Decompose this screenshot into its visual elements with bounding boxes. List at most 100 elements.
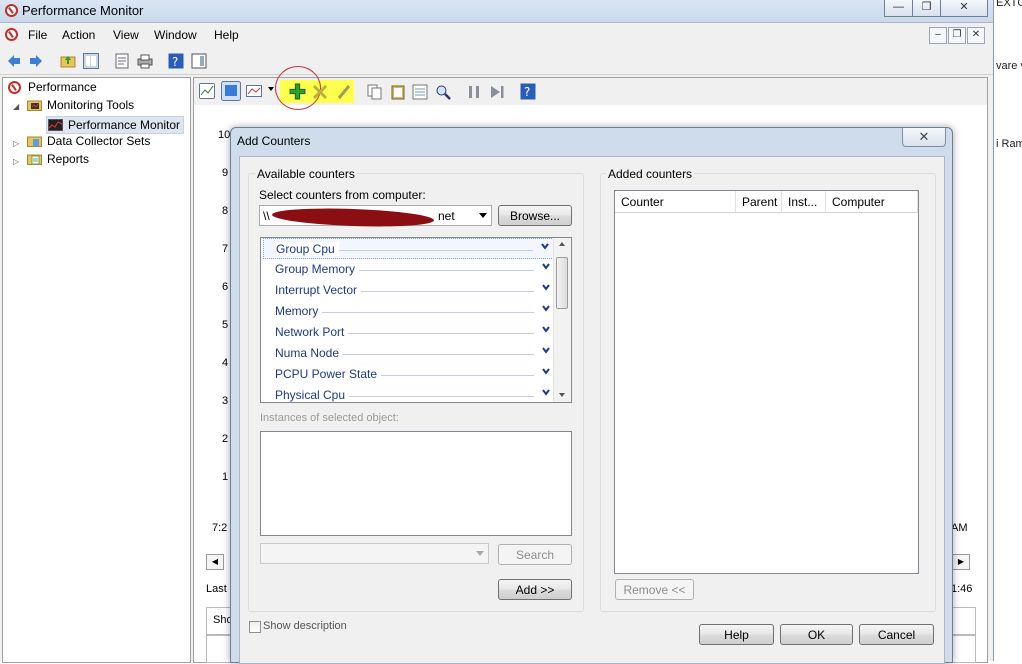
expand-chevron-icon[interactable] — [542, 388, 550, 396]
zoom-icon[interactable] — [435, 84, 451, 100]
counter-item-memory[interactable]: Memory — [263, 301, 554, 322]
scroll-left-button[interactable]: ◀ — [206, 554, 224, 570]
instances-list[interactable] — [260, 431, 572, 536]
collapsed-arrow-icon[interactable]: ▷ — [13, 157, 19, 166]
scrollbar-thumb[interactable] — [556, 257, 568, 309]
collapsed-arrow-icon[interactable]: ▷ — [13, 139, 19, 148]
added-counters-table[interactable]: Counter Parent Inst... Computer — [614, 190, 919, 574]
menu-bar: File Action View Window Help — [0, 23, 993, 47]
scroll-down-arrow-icon[interactable] — [559, 393, 565, 397]
properties-sheet-icon[interactable] — [412, 84, 428, 100]
copy-properties-icon[interactable] — [367, 84, 383, 100]
counter-item-physical-cpu[interactable]: Physical Cpu — [263, 385, 554, 402]
tree-item-data-collector-sets[interactable]: Data Collector Sets — [27, 134, 150, 148]
counter-list[interactable]: Group Cpu Group Memory Interrupt Vector … — [260, 237, 572, 403]
remove-button[interactable]: Remove << — [615, 579, 694, 600]
tree-item-reports[interactable]: Reports — [27, 152, 89, 166]
minimize-button[interactable]: — — [884, 0, 913, 17]
expand-chevron-icon[interactable] — [542, 304, 550, 312]
print-icon[interactable] — [137, 53, 153, 69]
time-start-label: 7:2 — [212, 522, 228, 534]
show-description-checkbox[interactable] — [249, 621, 261, 633]
monitoring-tools-folder-icon — [27, 100, 42, 111]
y-axis-label: 6 — [222, 281, 229, 293]
column-header-computer[interactable]: Computer — [826, 191, 918, 213]
ok-button[interactable]: OK — [780, 624, 853, 645]
dialog-close-button[interactable]: ✕ — [902, 128, 946, 147]
expanded-arrow-icon[interactable]: ◢ — [13, 102, 19, 111]
menu-view[interactable]: View — [113, 28, 139, 42]
counter-item-interrupt-vector[interactable]: Interrupt Vector — [263, 280, 554, 301]
paste-counter-list-icon[interactable] — [390, 84, 406, 100]
performance-monitor-chart-icon — [48, 119, 63, 131]
browse-button[interactable]: Browse... — [498, 205, 572, 226]
scroll-right-button[interactable]: ▶ — [952, 554, 970, 570]
graph-help-icon[interactable]: ? — [520, 83, 536, 100]
menu-action[interactable]: Action — [62, 28, 95, 42]
time-end-label: AM — [951, 522, 968, 534]
tree-item-monitoring-tools[interactable]: Monitoring Tools — [27, 98, 134, 112]
help-button[interactable]: Help — [699, 624, 774, 645]
counter-item-pcpu-power-state[interactable]: PCPU Power State — [263, 364, 554, 385]
tree-item-label: Reports — [47, 152, 90, 166]
column-header-parent[interactable]: Parent — [736, 191, 782, 213]
maximize-button[interactable]: ❐ — [912, 0, 941, 17]
computer-select[interactable]: \\ net — [259, 205, 492, 229]
graph-type-dropdown-arrow-icon[interactable] — [268, 87, 274, 91]
counter-item-group-cpu[interactable]: Group Cpu — [263, 238, 554, 259]
y-axis-label: 8 — [222, 205, 229, 217]
highlight-pen-icon[interactable] — [336, 84, 352, 100]
menu-file[interactable]: File — [28, 28, 47, 42]
expand-chevron-icon[interactable] — [541, 242, 549, 250]
close-window-button[interactable]: ✕ — [940, 0, 988, 17]
update-data-icon[interactable] — [489, 84, 505, 100]
counter-item-group-memory[interactable]: Group Memory — [263, 259, 554, 280]
delete-counter-icon[interactable] — [312, 84, 328, 100]
expand-chevron-icon[interactable] — [542, 325, 550, 333]
add-counter-icon[interactable] — [289, 83, 306, 100]
cancel-button[interactable]: Cancel — [859, 624, 934, 645]
y-axis-label: 4 — [222, 357, 229, 369]
counter-name: Memory — [275, 304, 323, 318]
expand-chevron-icon[interactable] — [542, 283, 550, 291]
add-button[interactable]: Add >> — [498, 579, 572, 600]
show-hide-tree-icon[interactable] — [83, 53, 99, 69]
scroll-up-arrow-icon[interactable] — [559, 242, 565, 246]
help-icon[interactable]: ? — [168, 53, 184, 69]
select-computer-label: Select counters from computer: — [259, 188, 426, 202]
counter-item-numa-node[interactable]: Numa Node — [263, 343, 554, 364]
search-button[interactable]: Search — [498, 544, 572, 565]
counter-name: PCPU Power State — [275, 367, 382, 381]
column-header-counter[interactable]: Counter — [615, 191, 736, 213]
instance-search-input[interactable] — [260, 543, 489, 564]
background-text: vare v — [996, 60, 1022, 72]
mdi-close-button[interactable]: ✕ — [967, 27, 985, 44]
view-log-data-icon[interactable] — [221, 81, 241, 101]
view-current-activity-icon[interactable] — [199, 83, 215, 99]
freeze-display-icon[interactable] — [466, 84, 482, 100]
mdi-minimize-button[interactable]: – — [929, 27, 947, 44]
counter-item-network-port[interactable]: Network Port — [263, 322, 554, 343]
counter-list-scrollbar[interactable] — [553, 238, 571, 402]
menu-help[interactable]: Help — [214, 28, 239, 42]
up-folder-icon[interactable] — [60, 53, 76, 69]
add-counters-dialog: Add Counters ✕ Available counters Select… — [230, 127, 953, 664]
tree-item-performance-monitor[interactable]: Performance Monitor — [46, 116, 184, 134]
mdi-restore-button[interactable]: ❐ — [948, 27, 966, 44]
column-header-instance[interactable]: Inst... — [782, 191, 826, 213]
y-axis-label: 3 — [222, 395, 229, 407]
y-axis-label: 10 — [218, 129, 231, 141]
action-pane-icon[interactable] — [191, 53, 207, 69]
back-arrow-icon[interactable] — [6, 53, 22, 69]
expand-chevron-icon[interactable] — [542, 346, 550, 354]
tree-item-label: Performance — [28, 80, 97, 94]
expand-chevron-icon[interactable] — [542, 262, 550, 270]
properties-icon[interactable] — [114, 53, 130, 69]
forward-arrow-icon[interactable] — [28, 53, 44, 69]
chevron-down-icon — [479, 213, 487, 218]
svg-text:?: ? — [524, 85, 530, 99]
expand-chevron-icon[interactable] — [542, 367, 550, 375]
menu-window[interactable]: Window — [154, 28, 197, 42]
change-graph-type-icon[interactable] — [246, 83, 262, 99]
tree-item-performance[interactable]: Performance — [8, 80, 97, 94]
